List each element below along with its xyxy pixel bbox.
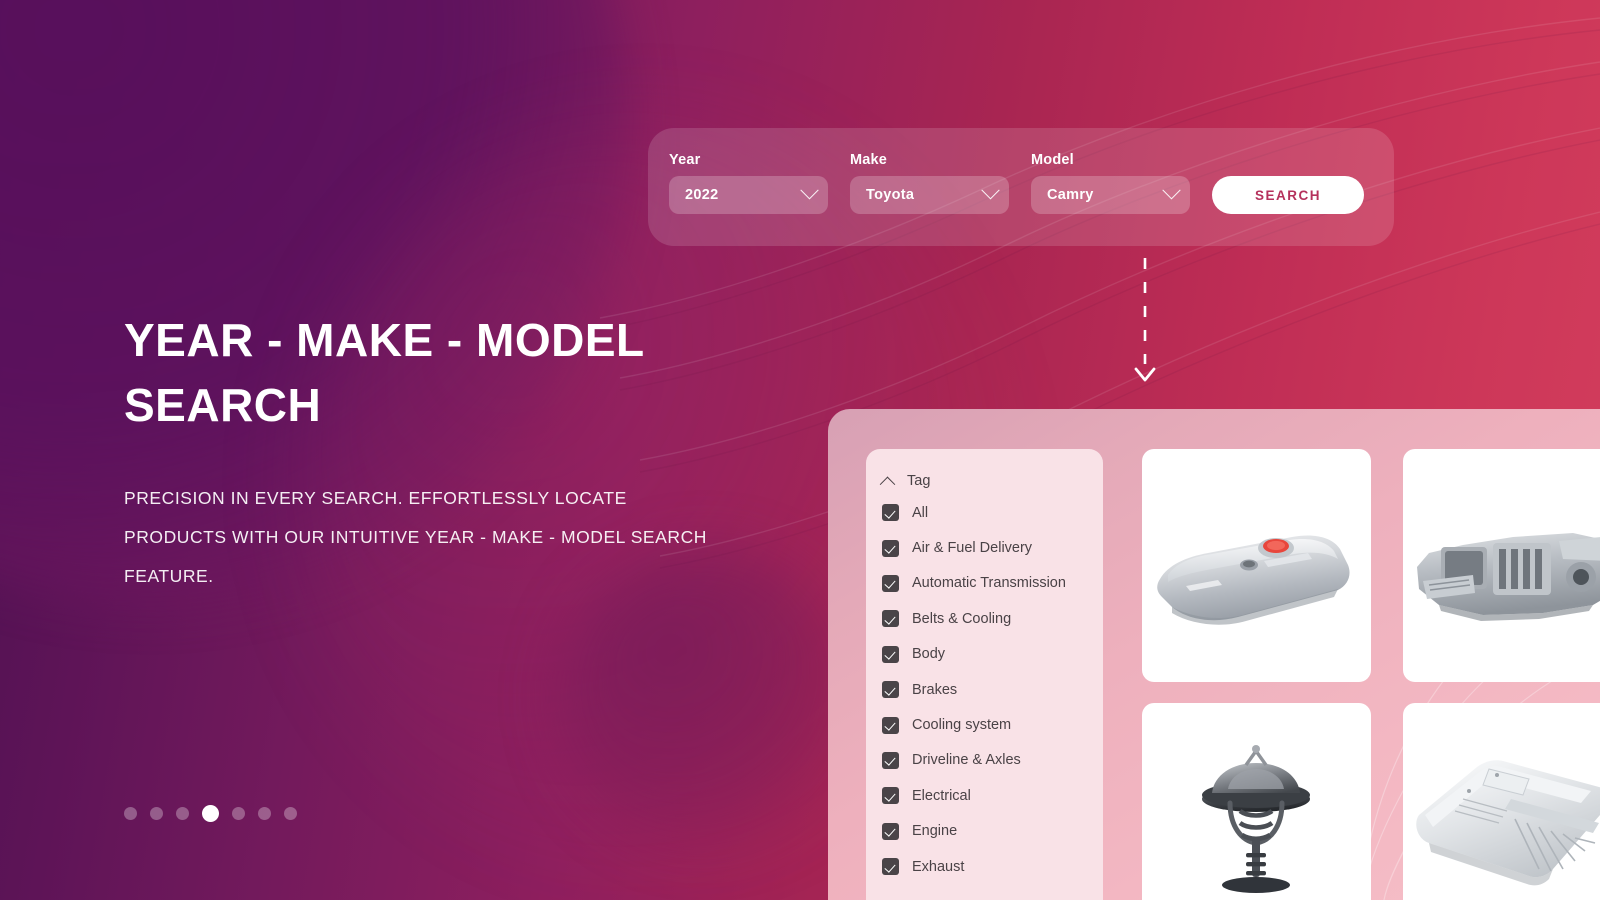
search-button[interactable]: SEARCH [1212,176,1364,214]
tag-filter-item-label: Air & Fuel Delivery [912,540,1033,557]
checkbox-checked-icon[interactable] [882,539,899,557]
checkbox-checked-icon[interactable] [882,716,899,734]
tag-filter-item[interactable]: Cooling system [866,707,1103,742]
vehicle-search-bar: Year 2022 Make Toyota Model Camry SEARCH [648,128,1394,246]
automatic-transmission-image [1417,533,1600,621]
tag-filter-header[interactable]: Tag [866,467,1103,495]
tag-filter-item-label: Driveline & Axles [912,752,1021,769]
tag-filter-item[interactable]: Automatic Transmission [866,566,1103,601]
tag-filter-item-label: All [912,504,929,521]
tag-filter-item[interactable]: Air & Fuel Delivery [866,530,1103,565]
carousel-dot[interactable] [150,807,163,820]
checkbox-checked-icon[interactable] [882,787,899,805]
year-select-value: 2022 [685,186,719,203]
hero-slide: Year 2022 Make Toyota Model Camry SEARCH… [0,0,1600,900]
chevron-down-icon [981,181,1000,200]
product-card[interactable] [1403,449,1600,682]
model-select-value: Camry [1047,186,1094,203]
checkbox-checked-icon[interactable] [882,858,899,876]
checkbox-checked-icon[interactable] [882,822,899,840]
dashed-arrow-down-icon [1134,258,1156,382]
model-field-group: Model Camry [1031,153,1190,214]
tag-filter-item-label: Exhaust [912,858,965,875]
checkbox-checked-icon[interactable] [882,610,899,628]
make-select-value: Toyota [866,186,915,203]
search-results-panel: Tag All Air & Fuel Delivery Automatic Tran… [828,409,1600,900]
tag-filter-item-label: Belts & Cooling [912,610,1012,627]
make-select[interactable]: Toyota [850,175,1009,214]
page-title: YEAR - MAKE - MODEL SEARCH [124,314,644,432]
tag-filter-item-label: Body [912,646,946,663]
chevron-down-icon [1162,181,1181,200]
hero-subtitle: PRECISION IN EVERY SEARCH. EFFORTLESSLY … [124,487,707,586]
checkbox-checked-icon[interactable] [882,645,899,663]
checkbox-checked-icon[interactable] [882,504,899,522]
checkbox-checked-icon[interactable] [882,574,899,592]
product-card[interactable] [1142,703,1371,900]
product-card[interactable] [1403,703,1600,900]
tag-filter-item[interactable]: Electrical [866,778,1103,813]
carousel-dot[interactable] [284,807,297,820]
tag-filter-list: All Air & Fuel Delivery Automatic Transmis… [866,495,1103,884]
chevron-up-icon [879,476,896,492]
tag-filter-item[interactable]: Exhaust [866,849,1103,884]
fuel-tank-image [1157,535,1350,625]
checkbox-checked-icon[interactable] [882,751,899,769]
tag-filter-item[interactable]: Body [866,637,1103,672]
thermostat-image [1202,745,1310,893]
tag-filter-item-label: Brakes [912,681,958,698]
tag-filter-item[interactable]: All [866,495,1103,530]
tag-filter-item[interactable]: Engine [866,814,1103,849]
tag-filter-item-label: Cooling system [912,717,1012,734]
tag-filter-title: Tag [907,473,931,489]
tag-filter-item-label: Automatic Transmission [912,575,1066,592]
oil-pan-image [1416,760,1600,886]
chevron-down-icon [800,181,819,200]
year-select[interactable]: 2022 [669,175,828,214]
carousel-dot[interactable] [258,807,271,820]
model-select[interactable]: Camry [1031,175,1190,214]
tag-filter-item-label: Electrical [912,787,971,804]
carousel-dot[interactable] [176,807,189,820]
carousel-dot[interactable] [124,807,137,820]
year-field-group: Year 2022 [669,153,828,214]
checkbox-checked-icon[interactable] [882,681,899,699]
carousel-dot[interactable] [232,807,245,820]
make-field-group: Make Toyota [850,153,1009,214]
tag-filter-item[interactable]: Belts & Cooling [866,601,1103,636]
product-card[interactable] [1142,449,1371,682]
year-label: Year [669,152,701,168]
carousel-pagination[interactable] [124,805,297,822]
model-label: Model [1031,152,1074,168]
make-label: Make [850,152,888,168]
carousel-dot-active[interactable] [202,805,219,822]
tag-filter-item[interactable]: Driveline & Axles [866,743,1103,778]
tag-filter-item[interactable]: Brakes [866,672,1103,707]
tag-filter-item-label: Engine [912,823,958,840]
hero-text-block: YEAR - MAKE - MODEL SEARCH PRECISION IN … [124,308,724,596]
tag-filter-card: Tag All Air & Fuel Delivery Automatic Tran… [866,449,1103,900]
